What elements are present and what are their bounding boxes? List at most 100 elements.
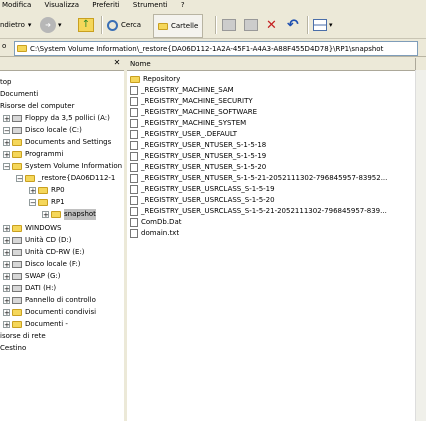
expand-icon[interactable]: + [3,285,10,293]
menu-bar: Modifica Visualizza Preferiti Strumenti … [0,0,426,10]
expand-icon[interactable]: + [3,151,10,159]
close-icon[interactable]: ✕ [112,58,122,68]
file-icon [130,86,138,95]
expand-icon[interactable]: + [3,115,10,123]
tree-item-pannello[interactable]: + Pannello di controllo [3,295,96,306]
undo-button[interactable]: ↶ [287,14,299,36]
tree-item-floppy[interactable]: + Floppy da 3,5 pollici (A:) [3,113,110,124]
collapse-icon[interactable]: − [3,127,10,135]
file-icon [130,119,138,128]
tree-item-documenti[interactable]: Documenti [0,89,38,100]
views-icon [313,19,327,31]
text-file-icon [130,229,138,238]
tree-item-disco-f[interactable]: + Disco locale (F:) [3,259,80,270]
tree-item-programmi[interactable]: + Programmi [3,149,63,160]
list-item[interactable]: Repository [127,74,426,85]
tree-item-cd-d[interactable]: + Unità CD (D:) [3,235,71,246]
list-item[interactable]: _REGISTRY_USER_USRCLASS_S-1-5-21-2052111… [127,206,426,217]
tree-item-restore[interactable]: − _restore{DA06D112-1 [16,173,115,184]
menu-help[interactable]: ? [181,0,185,10]
back-button[interactable]: ndietro ▾ [0,14,31,36]
expand-icon[interactable]: + [29,187,36,195]
tree-item-snapshot[interactable]: + snapshot [42,209,96,220]
menu-visualizza[interactable]: Visualizza [45,0,79,10]
delete-button[interactable]: ✕ [266,14,277,36]
copy-to-button[interactable] [244,14,258,36]
vertical-scrollbar[interactable] [415,70,426,421]
folder-icon [12,151,22,158]
collapse-icon[interactable]: − [3,163,10,171]
up-folder-button[interactable]: ↑ [78,14,94,36]
tree-item-cdrw-e[interactable]: + Unità CD-RW (E:) [3,247,85,258]
file-icon [130,174,138,183]
expand-icon[interactable]: + [3,139,10,147]
tree-item-windows[interactable]: + WINDOWS [3,223,62,234]
collapse-icon[interactable]: − [29,199,36,207]
tree-item-rp0[interactable]: + RP0 [29,185,65,196]
tree-item-documents-settings[interactable]: + Documents and Settings [3,137,111,148]
views-button[interactable]: ▾ [313,14,333,36]
file-icon [130,108,138,117]
move-to-button[interactable] [222,14,236,36]
list-item[interactable]: _REGISTRY_MACHINE_SOFTWARE [127,107,426,118]
expand-icon[interactable]: + [3,249,10,257]
list-item[interactable]: _REGISTRY_MACHINE_SECURITY [127,96,426,107]
drive-icon [12,273,22,280]
list-item[interactable]: _REGISTRY_MACHINE_SYSTEM [127,118,426,129]
tree-item-risorse-computer[interactable]: Risorse del computer [0,101,74,112]
folders-button[interactable]: Cartelle [153,14,204,38]
list-item[interactable]: _REGISTRY_USER_NTUSER_S-1-5-19 [127,151,426,162]
expand-icon[interactable]: + [3,261,10,269]
expand-icon[interactable]: + [3,297,10,305]
folders-label: Cartelle [171,22,199,30]
search-label: Cerca [121,21,142,29]
tree-item-cestino[interactable]: Cestino [0,343,26,354]
list-item[interactable]: _REGISTRY_USER_.DEFAULT [127,129,426,140]
back-label: ndietro [0,21,25,29]
list-item[interactable]: domain.txt [127,228,426,239]
tree-item-swap-g[interactable]: + SWAP (G:) [3,271,60,282]
tree-item-disco-c[interactable]: − Disco locale (C:) [3,125,82,136]
tree-item-rp1[interactable]: − RP1 [29,197,65,208]
tree-item-documenti-condivisi[interactable]: + Documenti condivisi [3,307,96,318]
file-icon [130,163,138,172]
list-item[interactable]: _REGISTRY_USER_NTUSER_S-1-5-18 [127,140,426,151]
list-item[interactable]: _REGISTRY_USER_USRCLASS_S-1-5-19 [127,184,426,195]
expand-icon[interactable]: + [3,237,10,245]
drive-icon [12,127,22,134]
copy-to-icon [244,19,258,31]
forward-button[interactable]: ➜ ▾ [40,14,62,36]
list-item[interactable]: _REGISTRY_USER_NTUSER_S-1-5-20 [127,162,426,173]
expand-icon[interactable]: + [3,309,10,317]
expand-icon[interactable]: + [3,225,10,233]
expand-icon[interactable]: + [3,321,10,329]
address-field[interactable]: C:\System Volume Information\_restore{DA… [14,41,418,56]
menu-strumenti[interactable]: Strumenti [133,0,168,10]
file-icon [130,130,138,139]
tree-item-documenti-user[interactable]: + Documenti - [3,319,68,330]
cd-icon [12,237,22,244]
list-item[interactable]: ComDb.Dat [127,217,426,228]
chevron-down-icon: ▾ [58,21,62,29]
menu-modifica[interactable]: Modifica [2,0,31,10]
toolbar: ndietro ▾ ➜ ▾ ↑ Cerca Cartelle ✕ ↶ ▾ [0,12,426,39]
collapse-icon[interactable]: − [16,175,23,183]
list-item[interactable]: _REGISTRY_USER_USRCLASS_S-1-5-20 [127,195,426,206]
expand-icon[interactable]: + [3,273,10,281]
delete-icon: ✕ [266,17,277,33]
folder-icon [38,199,48,206]
column-header-nome[interactable]: Nome [127,58,416,70]
file-icon [130,152,138,161]
tree-item-risorse-rete[interactable]: isorse di rete [0,331,46,342]
search-button[interactable]: Cerca [107,14,141,36]
expand-icon[interactable]: + [42,211,49,219]
tree-item-system-volume[interactable]: − System Volume Information [3,161,122,172]
menu-preferiti[interactable]: Preferiti [92,0,119,10]
list-item[interactable]: _REGISTRY_USER_NTUSER_S-1-5-21-205211130… [127,173,426,184]
folder-icon [12,225,22,232]
address-path: C:\System Volume Information\_restore{DA… [30,44,384,53]
list-item[interactable]: _REGISTRY_MACHINE_SAM [127,85,426,96]
tree-item-desktop[interactable]: top [0,77,11,88]
undo-icon: ↶ [287,17,299,33]
tree-item-dati-h[interactable]: + DATI (H:) [3,283,56,294]
